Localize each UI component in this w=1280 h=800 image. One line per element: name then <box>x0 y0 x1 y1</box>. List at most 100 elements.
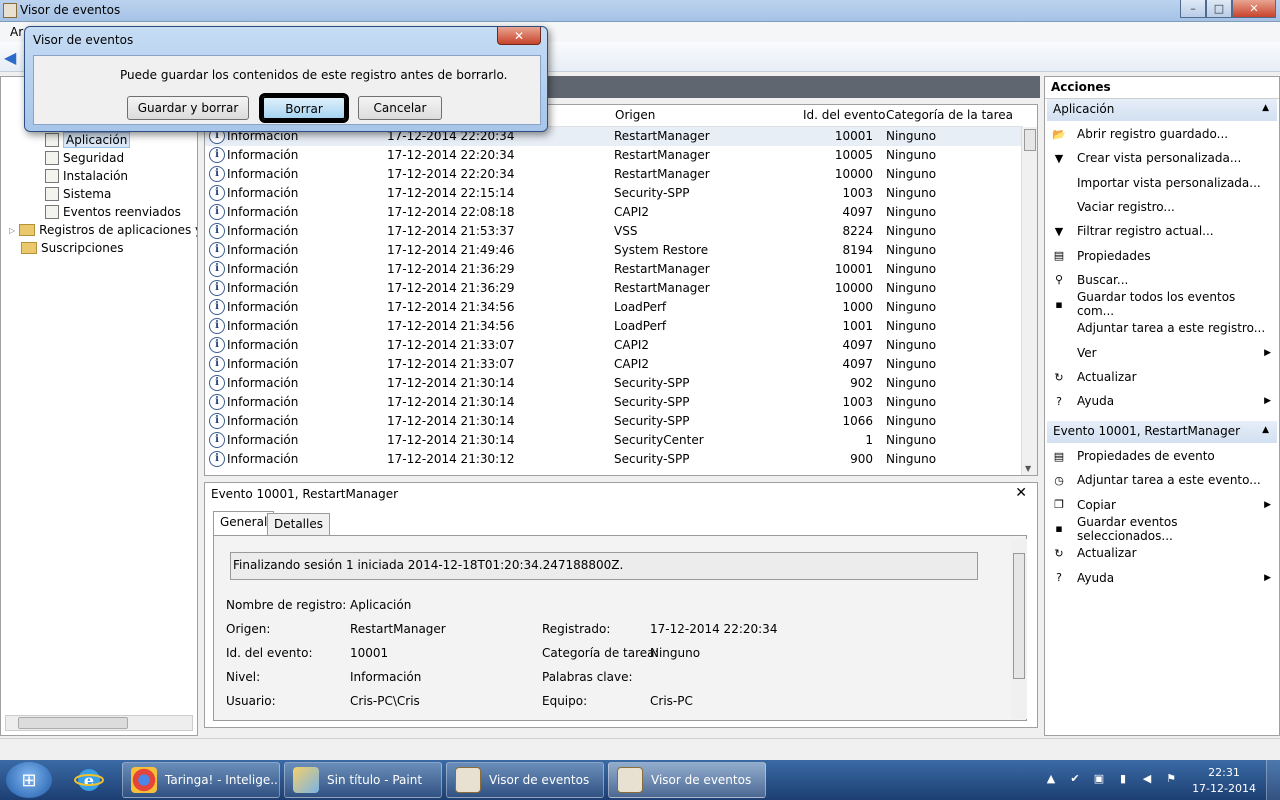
confirm-dialog: Visor de eventos ✕ Puede guardar los con… <box>24 26 548 132</box>
cell-category: Ninguno <box>886 414 937 428</box>
close-button[interactable]: ✕ <box>1232 0 1276 18</box>
cell-event-id: 10001 <box>834 262 873 276</box>
help-icon: ? <box>1056 394 1062 408</box>
notification-icon[interactable]: ▲ <box>1044 772 1058 786</box>
volume-icon[interactable]: ◀ <box>1140 772 1154 786</box>
table-row[interactable]: i Información 17-12-2014 22:08:18 CAPI2 4097… <box>205 203 1023 222</box>
cell-date: 17-12-2014 21:30:14 <box>387 414 515 428</box>
action-item[interactable]: ▪ Guardar eventos seleccionados... <box>1049 515 1275 543</box>
event-list-scrollbar[interactable]: ▼ <box>1021 127 1037 475</box>
table-row[interactable]: i Información 17-12-2014 21:53:37 VSS 8224 Ni… <box>205 222 1023 241</box>
scrollbar-thumb[interactable] <box>18 717 128 729</box>
action-item[interactable]: ↻ Actualizar <box>1049 542 1275 564</box>
table-row[interactable]: i Información 17-12-2014 21:49:46 System Re… <box>205 241 1023 260</box>
table-row[interactable]: i Información 17-12-2014 21:33:07 CAPI2 4097… <box>205 336 1023 355</box>
table-row[interactable]: i Información 17-12-2014 21:36:29 RestartMa… <box>205 260 1023 279</box>
show-desktop-button[interactable] <box>1266 760 1280 800</box>
network-icon[interactable]: ▮ <box>1116 772 1130 786</box>
taskbar-item-event-viewer-2[interactable]: Visor de eventos <box>608 762 766 798</box>
action-item[interactable]: Vaciar registro... <box>1049 196 1275 218</box>
tree-item-seguridad[interactable]: Seguridad <box>45 149 124 167</box>
cancel-button[interactable]: Cancelar <box>358 96 442 120</box>
scroll-down-icon[interactable]: ▼ <box>1025 464 1031 473</box>
close-icon[interactable]: ✕ <box>1015 485 1027 501</box>
table-row[interactable]: i Información 17-12-2014 21:30:14 Security-… <box>205 393 1023 412</box>
tree-horizontal-scrollbar[interactable] <box>5 715 193 731</box>
help-icon: ? <box>1056 571 1062 584</box>
table-row[interactable]: i Información 17-12-2014 22:20:34 RestartMa… <box>205 165 1023 184</box>
detail-scrollbar[interactable] <box>1011 539 1027 719</box>
action-item[interactable]: 📂 Abrir registro guardado... <box>1049 123 1275 145</box>
actions-panel: Acciones Aplicación ▲ 📂 Abrir registro gu… <box>1044 76 1280 736</box>
column-origen[interactable]: Origen <box>615 108 655 122</box>
menu-action[interactable]: Ar <box>10 25 23 39</box>
system-clock[interactable]: 22:31 17-12-2014 <box>1192 765 1256 797</box>
cell-source: Security-SPP <box>614 395 690 409</box>
expand-arrow-icon[interactable]: ▷ <box>9 226 15 235</box>
clear-button[interactable]: Borrar <box>259 93 349 123</box>
taskbar-item-paint[interactable]: Sin título - Paint <box>284 762 442 798</box>
action-item[interactable]: ⚲ Buscar... <box>1049 269 1275 291</box>
tree-item-eventos-reenviados[interactable]: Eventos reenviados <box>45 203 181 221</box>
minimize-button[interactable]: – <box>1180 0 1206 18</box>
field-value: Cris-PC\Cris <box>350 694 420 708</box>
column-categoria[interactable]: Categoría de la tarea <box>886 108 1013 122</box>
taskbar-item-event-viewer-1[interactable]: Visor de eventos <box>446 762 604 798</box>
action-item[interactable]: ? Ayuda ▶ <box>1049 567 1275 589</box>
tab-general[interactable]: General <box>213 511 275 535</box>
action-item[interactable]: ▤ Propiedades <box>1049 245 1275 267</box>
collapse-icon[interactable]: ▲ <box>1262 103 1269 113</box>
table-row[interactable]: i Información 17-12-2014 21:34:56 LoadPerf 1… <box>205 298 1023 317</box>
window-title: Visor de eventos <box>20 3 121 17</box>
tree-item-suscripciones[interactable]: Suscripciones <box>9 239 123 257</box>
column-id-evento[interactable]: Id. del evento <box>803 108 885 122</box>
section-evento[interactable]: Evento 10001, RestartManager ▲ <box>1047 421 1277 443</box>
log-icon <box>45 187 59 201</box>
cell-level: Información <box>227 148 299 162</box>
save-and-clear-button[interactable]: Guardar y borrar <box>127 96 249 120</box>
action-item[interactable]: ▪ Guardar todos los eventos com... <box>1049 290 1275 318</box>
back-arrow-icon[interactable]: ◀ <box>4 48 16 67</box>
internet-explorer-icon[interactable]: e <box>64 764 114 796</box>
properties-icon: ▤ <box>1053 449 1065 463</box>
action-item[interactable]: ? Ayuda ▶ <box>1049 390 1275 412</box>
action-item[interactable]: Ver ▶ <box>1049 342 1275 364</box>
table-row[interactable]: i Información 17-12-2014 22:20:34 RestartMa… <box>205 146 1023 165</box>
maximize-button[interactable]: □ <box>1206 0 1232 18</box>
tab-detalles[interactable]: Detalles <box>267 513 330 535</box>
security-icon[interactable]: ✔ <box>1068 772 1082 786</box>
action-item[interactable]: ▼ Crear vista personalizada... <box>1049 147 1275 169</box>
table-row[interactable]: i Información 17-12-2014 22:15:14 Security-… <box>205 184 1023 203</box>
table-row[interactable]: i Información 17-12-2014 21:34:56 LoadPerf 1… <box>205 317 1023 336</box>
taskbar-label: Sin título - Paint <box>327 773 423 787</box>
table-row[interactable]: i Información 17-12-2014 21:30:12 Security-… <box>205 450 1023 469</box>
start-button[interactable]: ⊞ <box>6 762 52 798</box>
scrollbar-thumb[interactable] <box>1013 553 1025 679</box>
collapse-icon[interactable]: ▲ <box>1262 425 1269 435</box>
cell-category: Ninguno <box>886 281 937 295</box>
tree-item-aplicacion[interactable]: Aplicación <box>45 131 131 149</box>
table-row[interactable]: i Información 17-12-2014 21:33:07 CAPI2 4097… <box>205 355 1023 374</box>
tree-item-sistema[interactable]: Sistema <box>45 185 111 203</box>
action-item[interactable]: ◷ Adjuntar tarea a este evento... <box>1049 469 1275 491</box>
device-icon[interactable]: ▣ <box>1092 772 1106 786</box>
taskbar-item-chrome[interactable]: Taringa! - Intelige... <box>122 762 280 798</box>
tree-item-instalacion[interactable]: Instalación <box>45 167 128 185</box>
flag-icon[interactable]: ⚑ <box>1164 772 1178 786</box>
action-item[interactable]: ▼ Filtrar registro actual... <box>1049 220 1275 242</box>
table-row[interactable]: i Información 17-12-2014 21:30:14 SecurityC… <box>205 431 1023 450</box>
action-item[interactable]: ▤ Propiedades de evento <box>1049 445 1275 467</box>
action-item[interactable]: ↻ Actualizar <box>1049 366 1275 388</box>
table-row[interactable]: i Información 17-12-2014 21:30:14 Security-… <box>205 412 1023 431</box>
scrollbar-thumb[interactable] <box>1024 129 1036 151</box>
section-aplicacion[interactable]: Aplicación ▲ <box>1047 99 1277 121</box>
action-item[interactable]: ❐ Copiar ▶ <box>1049 494 1275 516</box>
action-item[interactable]: Adjuntar tarea a este registro... <box>1049 317 1275 339</box>
table-row[interactable]: i Información 17-12-2014 21:30:14 Security-… <box>205 374 1023 393</box>
information-icon: i <box>209 356 225 372</box>
refresh-icon: ↻ <box>1054 370 1064 384</box>
action-item[interactable]: Importar vista personalizada... <box>1049 172 1275 194</box>
tree-item-registros-aplicaciones[interactable]: ▷ Registros de aplicaciones y s <box>9 221 197 239</box>
table-row[interactable]: i Información 17-12-2014 21:36:29 RestartMa… <box>205 279 1023 298</box>
dialog-close-button[interactable]: ✕ <box>497 27 541 45</box>
